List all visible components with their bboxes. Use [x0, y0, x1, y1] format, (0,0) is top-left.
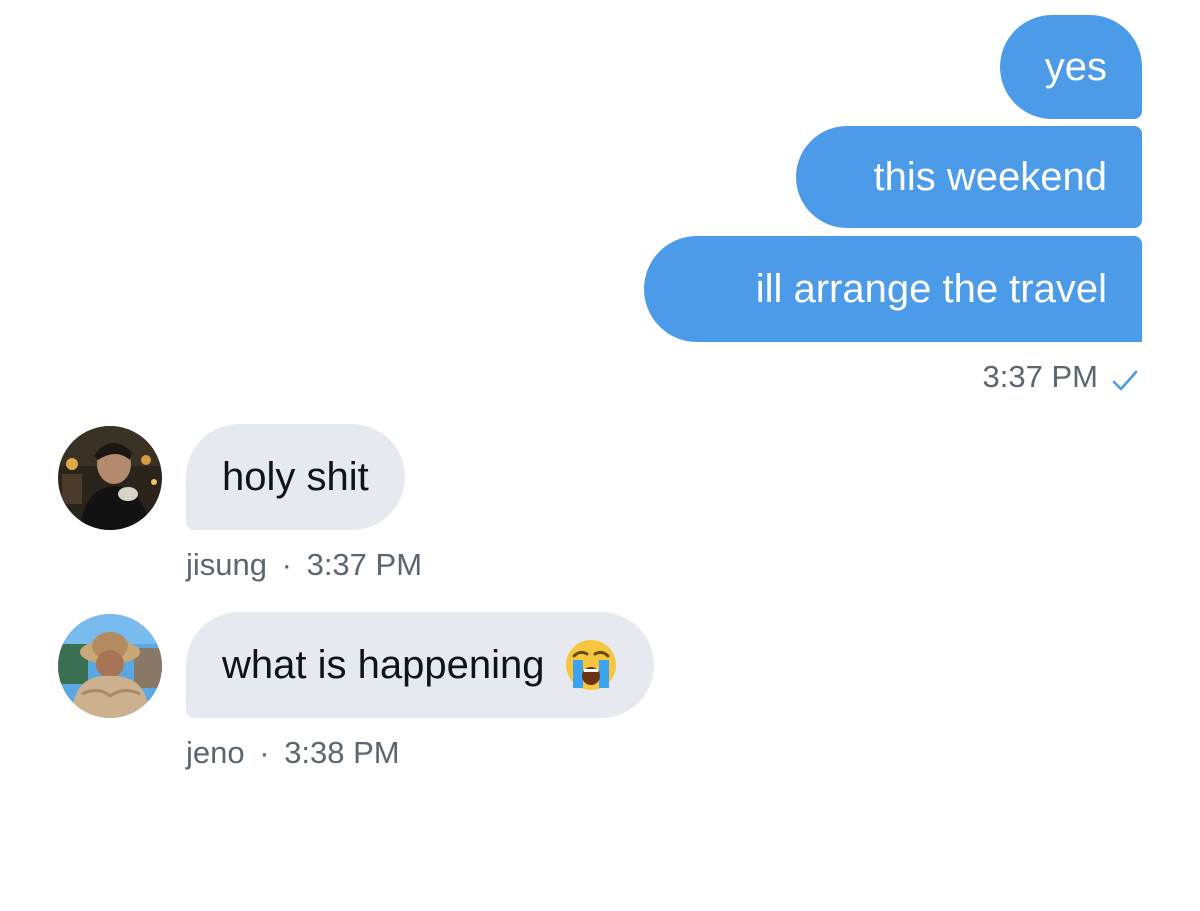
- sender-name[interactable]: jeno: [186, 735, 245, 770]
- loudly-crying-face-emoji: [564, 638, 618, 692]
- avatar[interactable]: [58, 614, 162, 718]
- separator: ·: [281, 547, 292, 582]
- received-message-bubble[interactable]: what is happening: [186, 612, 655, 718]
- received-message-bubble[interactable]: holy shit: [186, 424, 405, 530]
- message-text: holy shit: [222, 455, 369, 499]
- checkmark-icon: [1112, 365, 1138, 391]
- message-text: this weekend: [873, 155, 1107, 199]
- received-meta: jisung · 3:37 PM: [186, 547, 422, 583]
- sent-message-bubble[interactable]: ill arrange the travel: [644, 236, 1142, 342]
- timestamp: 3:37 PM: [982, 359, 1098, 394]
- message-text: ill arrange the travel: [755, 267, 1107, 311]
- timestamp: 3:38 PM: [284, 735, 400, 770]
- sent-timestamp: 3:37 PM: [983, 359, 1138, 395]
- sender-name[interactable]: jisung: [186, 547, 267, 582]
- message-text: yes: [1044, 45, 1107, 89]
- avatar[interactable]: [58, 426, 162, 530]
- separator: ·: [259, 735, 270, 770]
- sent-message-bubble[interactable]: this weekend: [796, 126, 1142, 228]
- timestamp: 3:37 PM: [306, 547, 423, 582]
- received-meta: jeno · 3:38 PM: [186, 735, 400, 771]
- message-text: what is happening: [222, 643, 545, 687]
- sent-message-bubble[interactable]: yes: [1000, 15, 1142, 119]
